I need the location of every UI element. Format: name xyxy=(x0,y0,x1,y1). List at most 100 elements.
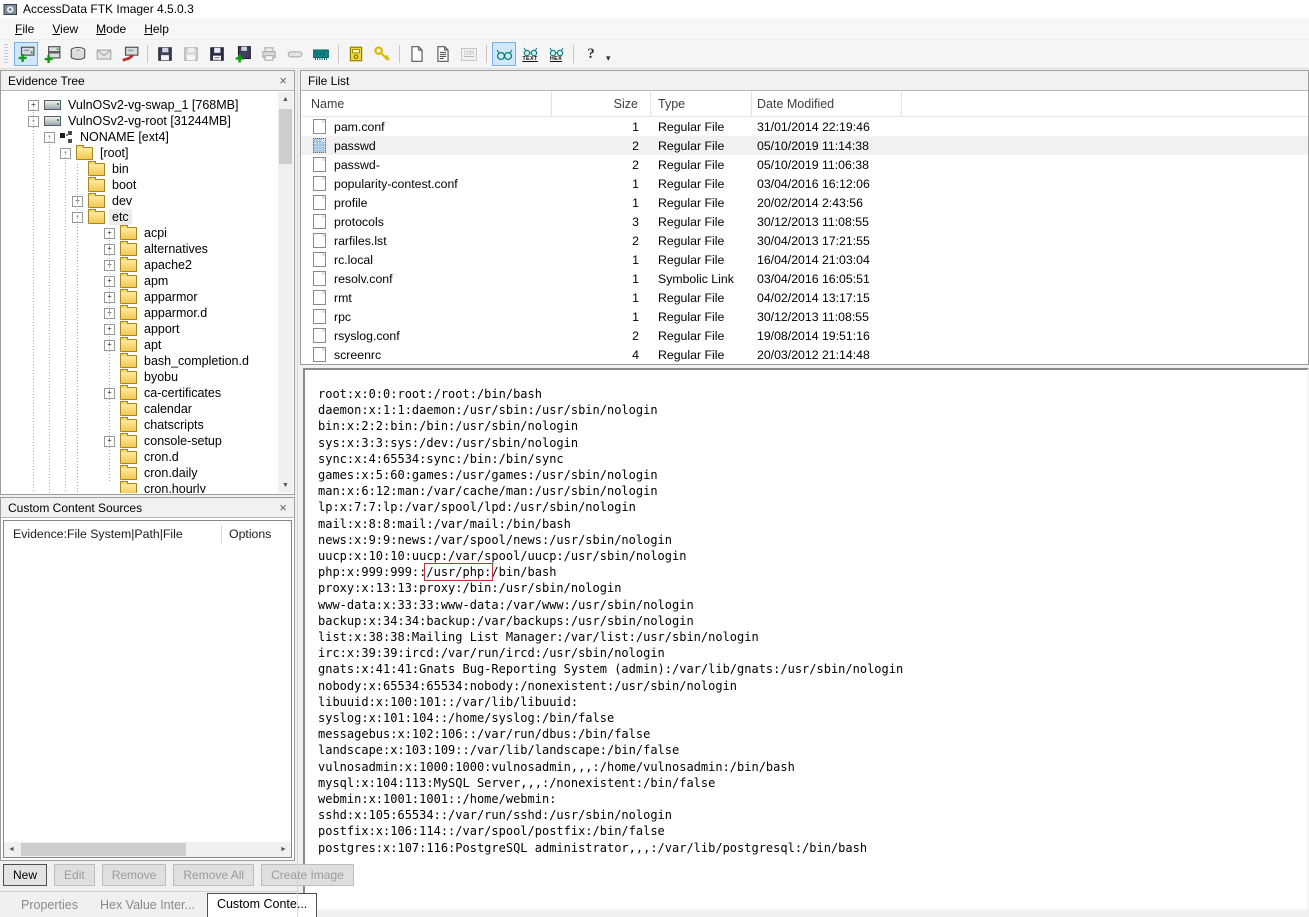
tree-item[interactable]: - [root] xyxy=(60,145,278,161)
tree-item[interactable]: + VulnOSv2-vg-swap_1 [768MB] xyxy=(28,97,278,113)
column-header-evidence-path[interactable]: Evidence:File System|Path|File xyxy=(4,527,221,541)
edit-button[interactable]: Edit xyxy=(54,864,95,886)
new-button[interactable]: New xyxy=(3,864,47,886)
auto-view-mode-icon[interactable] xyxy=(492,42,516,66)
scroll-down-arrow-icon[interactable]: ▼ xyxy=(278,478,293,493)
tree-item-label[interactable]: apt xyxy=(141,337,164,353)
file-row[interactable]: rmt 1 Regular File 04/02/2014 13:17:15 xyxy=(301,288,1308,307)
tab-properties[interactable]: Properties xyxy=(12,894,87,916)
tree-item[interactable]: chatscripts xyxy=(104,417,278,433)
column-header-type[interactable]: Type xyxy=(651,91,752,116)
tree-item-label[interactable]: etc xyxy=(109,209,132,225)
help-icon[interactable]: ? xyxy=(579,42,603,66)
menu-view[interactable]: View xyxy=(43,19,87,39)
tree-item-label[interactable]: cron.d xyxy=(141,449,182,465)
tree-item[interactable]: + apparmor xyxy=(104,289,278,305)
tree-item-label[interactable]: apm xyxy=(141,273,171,289)
text-view-mode-icon[interactable]: TEXT xyxy=(518,42,542,66)
export-files-icon[interactable] xyxy=(283,42,307,66)
toolbar-grip[interactable] xyxy=(4,44,8,64)
create-image-button[interactable]: Create Image xyxy=(261,864,354,886)
file-row[interactable]: resolv.conf 1 Symbolic Link 03/04/2016 1… xyxy=(301,269,1308,288)
remove-all-button[interactable]: Remove All xyxy=(173,864,254,886)
tree-item[interactable]: + console-setup xyxy=(104,433,278,449)
tree-item-label[interactable]: acpi xyxy=(141,225,170,241)
tree-item[interactable]: + apport xyxy=(104,321,278,337)
file-row[interactable]: passwd- 2 Regular File 05/10/2019 11:06:… xyxy=(301,155,1308,174)
column-header-name[interactable]: Name xyxy=(301,91,552,116)
column-header-options[interactable]: Options xyxy=(222,527,291,541)
detect-encryption-icon[interactable] xyxy=(370,42,394,66)
image-mounting-icon[interactable] xyxy=(66,42,90,66)
print-icon[interactable] xyxy=(257,42,281,66)
custom-content-close-button[interactable]: × xyxy=(279,502,287,514)
file-row[interactable]: rc.local 1 Regular File 16/04/2014 21:03… xyxy=(301,250,1308,269)
tree-item[interactable]: boot xyxy=(72,177,278,193)
scrollbar-thumb[interactable] xyxy=(279,109,292,164)
tree-item[interactable]: calendar xyxy=(104,401,278,417)
file-row[interactable]: rarfiles.lst 2 Regular File 30/04/2013 1… xyxy=(301,231,1308,250)
tree-item-label[interactable]: alternatives xyxy=(141,241,211,257)
tree-item-label[interactable]: cron.hourly xyxy=(141,481,209,493)
tree-item[interactable]: + acpi xyxy=(104,225,278,241)
column-header-size[interactable]: Size xyxy=(552,91,651,116)
tab-hex-value-interpreter[interactable]: Hex Value Inter... xyxy=(91,894,204,916)
tree-item-label[interactable]: calendar xyxy=(141,401,195,417)
tree-item[interactable]: + dev xyxy=(72,193,278,209)
scrollbar-thumb[interactable] xyxy=(21,843,186,856)
tree-item[interactable]: - NONAME [ext4] xyxy=(44,129,278,145)
tree-item-label[interactable]: bash_completion.d xyxy=(141,353,252,369)
file-content-viewer[interactable]: root:x:0:0:root:/root:/bin/bash daemon:x… xyxy=(303,368,1309,911)
unmount-image-icon[interactable] xyxy=(92,42,116,66)
menu-help[interactable]: Help xyxy=(135,19,178,39)
file-row[interactable]: pam.conf 1 Regular File 31/01/2014 22:19… xyxy=(301,117,1308,136)
scroll-left-arrow-icon[interactable]: ◄ xyxy=(4,842,19,857)
tree-item-label[interactable]: cron.daily xyxy=(141,465,201,481)
add-all-attached-devices-icon[interactable] xyxy=(40,42,64,66)
tree-item[interactable]: cron.hourly xyxy=(104,481,278,493)
menu-file[interactable]: File xyxy=(6,19,43,39)
tree-item-label[interactable]: ca-certificates xyxy=(141,385,224,401)
file-row[interactable]: popularity-contest.conf 1 Regular File 0… xyxy=(301,174,1308,193)
tree-item[interactable]: byobu xyxy=(104,369,278,385)
tab-custom-content[interactable]: Custom Conte... xyxy=(207,893,317,917)
save-icon[interactable] xyxy=(179,42,203,66)
panel-splitter[interactable] xyxy=(297,70,298,917)
tree-item-label[interactable]: VulnOSv2-vg-root [31244MB] xyxy=(65,113,234,129)
tree-item[interactable]: + apparmor.d xyxy=(104,305,278,321)
hex-view-mode-icon[interactable]: HEX xyxy=(544,42,568,66)
new-document-icon[interactable] xyxy=(405,42,429,66)
add-evidence-item-icon[interactable] xyxy=(14,42,38,66)
tree-item[interactable]: cron.daily xyxy=(104,465,278,481)
remove-evidence-item-icon[interactable] xyxy=(118,42,142,66)
create-disk-image-icon[interactable] xyxy=(153,42,177,66)
view-text-icon[interactable] xyxy=(431,42,455,66)
file-row[interactable]: screenrc 4 Regular File 20/03/2012 21:14… xyxy=(301,345,1308,364)
custom-content-horizontal-scrollbar[interactable]: ◄ ► xyxy=(4,842,291,857)
tree-item-label[interactable]: dev xyxy=(109,193,135,209)
tree-item-label[interactable]: apparmor.d xyxy=(141,305,210,321)
tree-item[interactable]: cron.d xyxy=(104,449,278,465)
file-row[interactable]: profile 1 Regular File 20/02/2014 2:43:5… xyxy=(301,193,1308,212)
tree-item-label[interactable]: console-setup xyxy=(141,433,225,449)
column-header-date-modified[interactable]: Date Modified xyxy=(752,91,902,116)
evidence-tree-vertical-scrollbar[interactable]: ▲ ▼ xyxy=(278,92,293,493)
obtain-protected-files-icon[interactable] xyxy=(344,42,368,66)
tree-item-label[interactable]: apparmor xyxy=(141,289,201,305)
scroll-up-arrow-icon[interactable]: ▲ xyxy=(278,92,293,107)
tree-item-label[interactable]: apache2 xyxy=(141,257,195,273)
remove-button[interactable]: Remove xyxy=(102,864,167,886)
tree-item-label[interactable]: boot xyxy=(109,177,139,193)
tree-item-label[interactable]: [root] xyxy=(97,145,132,161)
tree-item[interactable]: + alternatives xyxy=(104,241,278,257)
tree-item-label[interactable]: NONAME [ext4] xyxy=(77,129,172,145)
file-row[interactable]: protocols 3 Regular File 30/12/2013 11:0… xyxy=(301,212,1308,231)
tree-item[interactable]: + apache2 xyxy=(104,257,278,273)
scroll-right-arrow-icon[interactable]: ► xyxy=(276,842,291,857)
tree-item[interactable]: + apt xyxy=(104,337,278,353)
menu-mode[interactable]: Mode xyxy=(87,19,135,39)
tree-item-label[interactable]: apport xyxy=(141,321,182,337)
tree-item-label[interactable]: VulnOSv2-vg-swap_1 [768MB] xyxy=(65,97,241,113)
tree-item[interactable]: + ca-certificates xyxy=(104,385,278,401)
directory-listing-icon[interactable]: DIR xyxy=(457,42,481,66)
